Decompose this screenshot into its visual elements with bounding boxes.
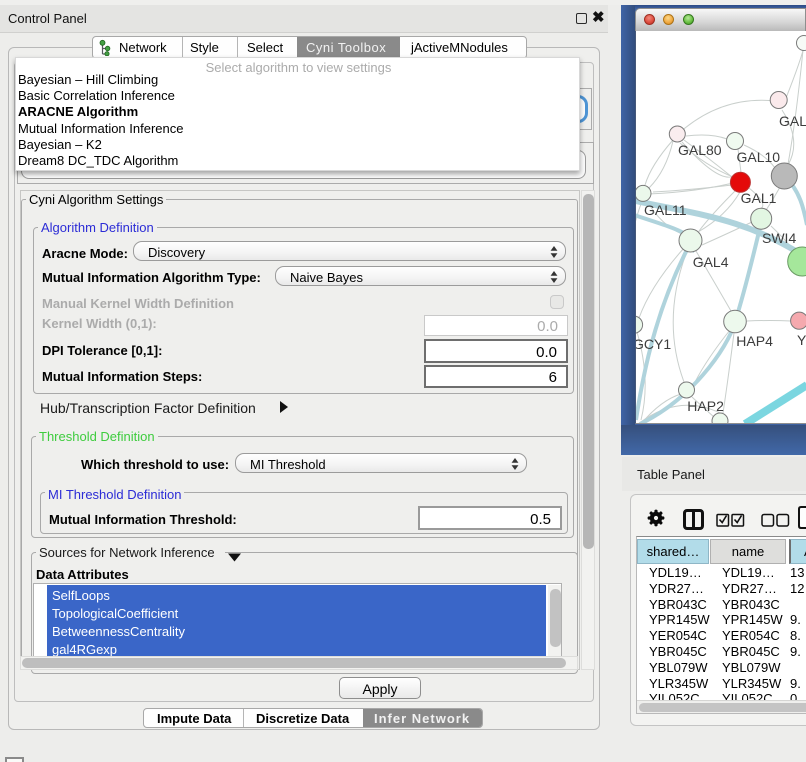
svg-text:HAP4: HAP4 (736, 333, 773, 349)
svg-text:SWI4: SWI4 (762, 230, 796, 246)
svg-text:GAL11: GAL11 (644, 202, 687, 218)
svg-text:HAP2: HAP2 (687, 398, 724, 414)
svg-text:GAL10: GAL10 (737, 149, 781, 165)
svg-text:GCY1: GCY1 (636, 336, 671, 352)
svg-text:GAL80: GAL80 (678, 142, 722, 158)
svg-text:GAL7: GAL7 (779, 113, 806, 129)
svg-text:GAL4: GAL4 (693, 254, 729, 270)
svg-text:Y: Y (797, 332, 806, 348)
svg-text:GAL1: GAL1 (741, 190, 777, 206)
